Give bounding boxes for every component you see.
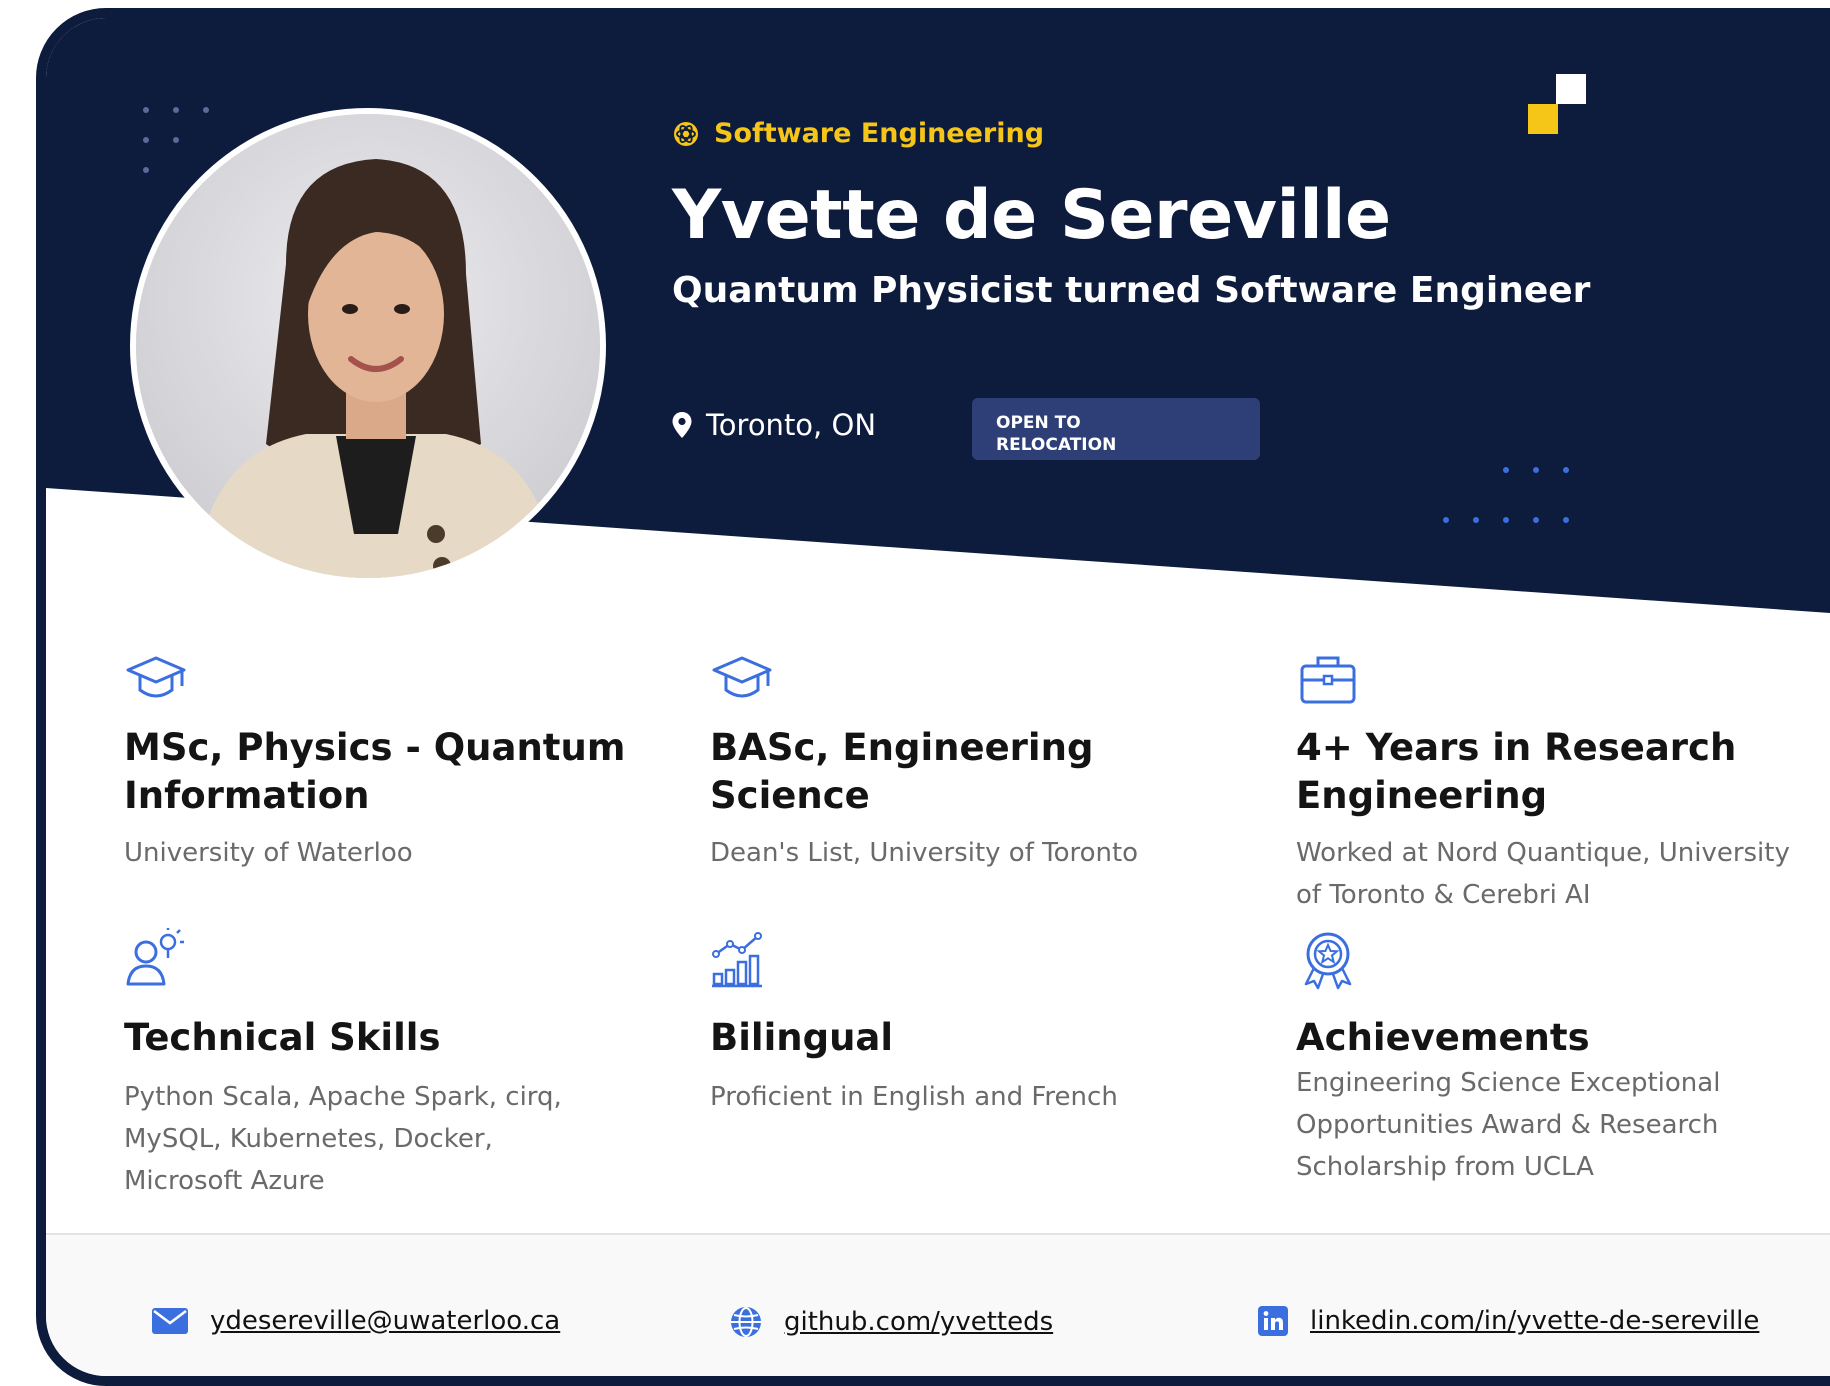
feature-title: Technical Skills — [124, 1016, 441, 1059]
feature-title: MSc, Physics - Quantum Information — [124, 726, 626, 817]
feature-basc: BASc, Engineering Science Dean's List, U… — [710, 648, 1230, 868]
briefcase-icon — [1300, 656, 1356, 704]
feature-title: 4+ Years in Research Engineering — [1296, 726, 1737, 817]
feature-description: Dean's List, University of Toronto — [710, 838, 1139, 868]
feature-research: 4+ Years in Research Engineering Worked … — [1296, 648, 1816, 910]
globe-icon — [731, 1307, 761, 1337]
atom-icon — [674, 121, 698, 146]
linkedin-text[interactable]: linkedin.com/in/yvette-de-sereville — [1310, 1306, 1759, 1336]
relocation-badge-text: OPEN TO RELOCATION — [996, 413, 1117, 455]
feature-achievements: Achievements Engineering Science Excepti… — [1296, 928, 1816, 1228]
profile-card: Software Engineering Yvette de Sereville… — [36, 8, 1830, 1386]
feature-title: Achievements — [1296, 1016, 1590, 1059]
profile-photo — [130, 108, 606, 584]
feature-description: Python Scala, Apache Spark, cirq, MySQL,… — [124, 1082, 562, 1196]
linkedin-icon — [1258, 1306, 1288, 1336]
github-text[interactable]: github.com/yvetteds — [784, 1307, 1053, 1337]
feature-title: BASc, Engineering Science — [710, 726, 1094, 817]
award-ribbon-icon — [1304, 932, 1352, 990]
location-text: Toronto, ON — [706, 408, 877, 442]
graduation-cap-icon — [126, 656, 186, 698]
email-text[interactable]: ydesereville@uwaterloo.ca — [210, 1306, 560, 1336]
feature-msc: MSc, Physics - Quantum Information Unive… — [124, 648, 644, 868]
feature-description: Worked at Nord Quantique, University of … — [1296, 838, 1790, 910]
feature-title: Bilingual — [710, 1016, 894, 1059]
chart-growth-icon — [712, 932, 762, 988]
feature-description: Proficient in English and French — [710, 1082, 1118, 1112]
feature-description: Engineering Science Exceptional Opportun… — [1296, 1068, 1721, 1182]
feature-description: University of Waterloo — [124, 838, 413, 868]
category-text: Software Engineering — [714, 118, 1045, 149]
github-link[interactable]: github.com/yvetteds — [730, 1306, 1053, 1338]
profile-tagline: Quantum Physicist turned Software Engine… — [672, 270, 1591, 311]
email-link[interactable]: ydesereville@uwaterloo.ca — [152, 1306, 560, 1336]
dot-pattern-right — [1443, 467, 1569, 523]
person-idea-icon — [126, 928, 184, 986]
location: Toronto, ON — [672, 408, 876, 442]
envelope-icon — [152, 1308, 188, 1334]
relocation-badge: OPEN TO RELOCATION — [972, 398, 1260, 460]
map-pin-icon — [672, 412, 692, 438]
feature-skills: Technical Skills Python Scala, Apache Sp… — [124, 928, 644, 1228]
profile-name: Yvette de Sereville — [672, 176, 1391, 255]
linkedin-link[interactable]: linkedin.com/in/yvette-de-sereville — [1258, 1306, 1759, 1336]
category-label: Software Engineering — [672, 118, 1044, 149]
graduation-cap-icon — [712, 656, 772, 698]
feature-bilingual: Bilingual Proficient in English and Fren… — [710, 928, 1230, 1148]
